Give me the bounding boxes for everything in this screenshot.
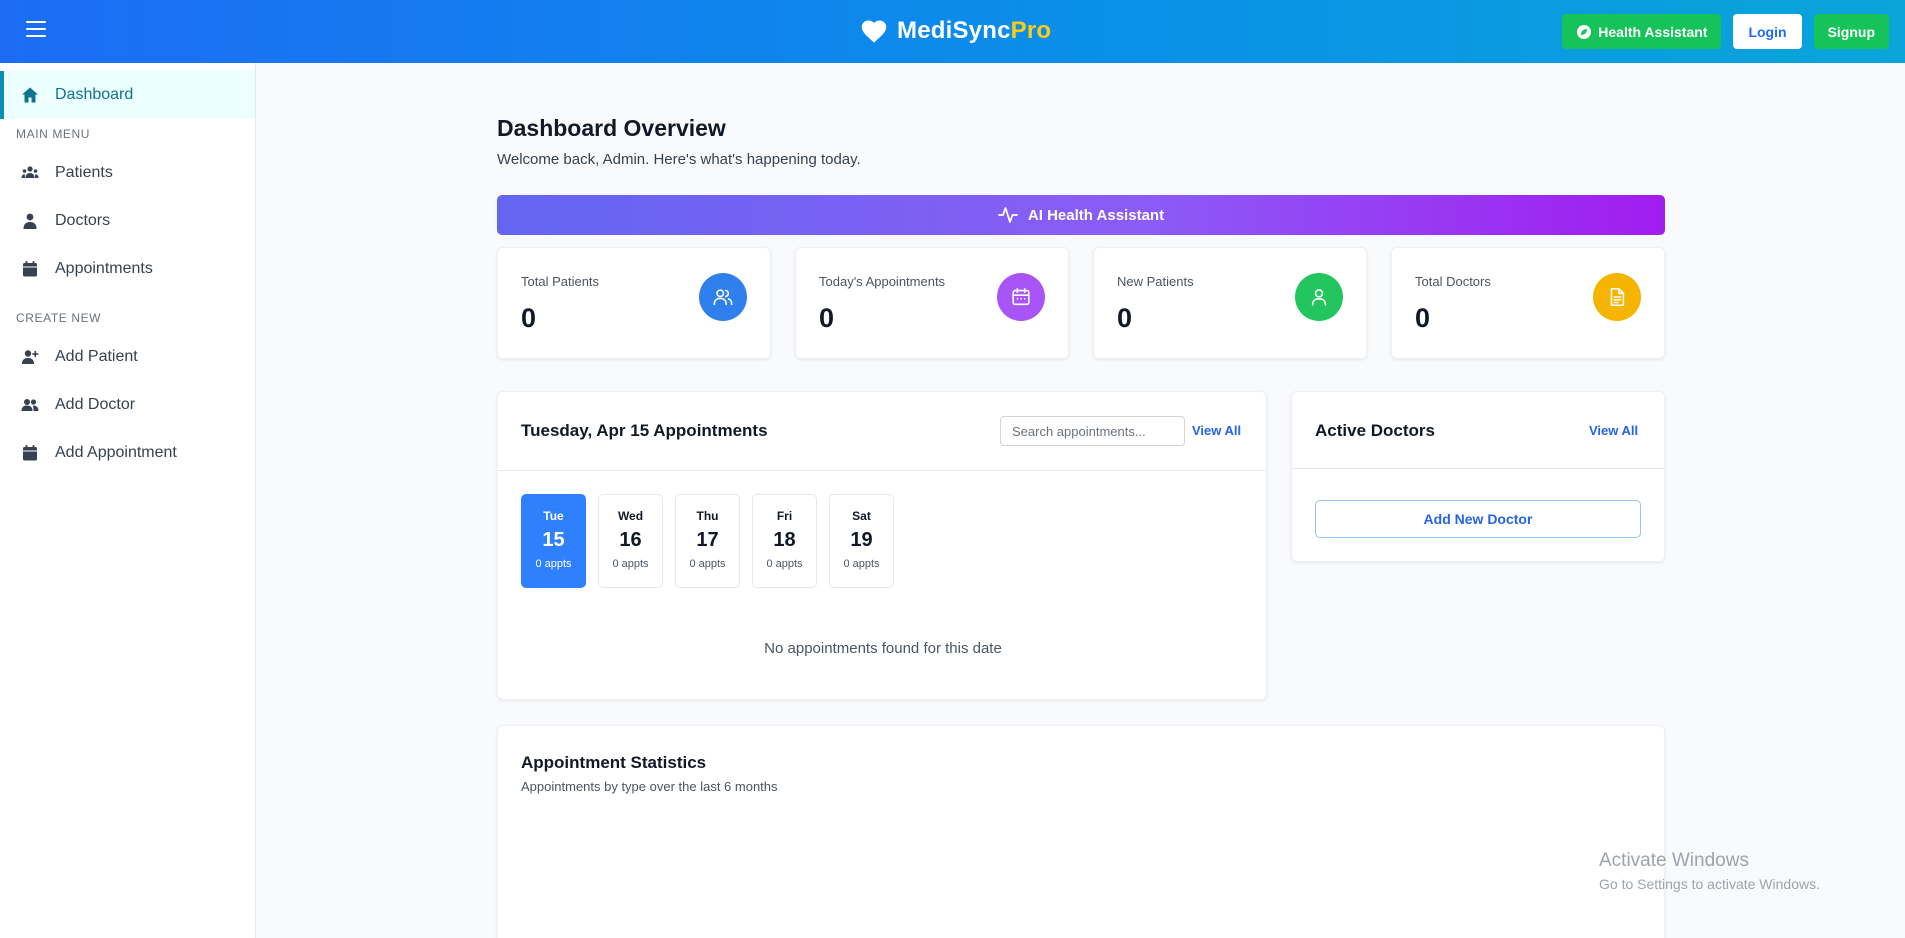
sidebar-item-add-appointment[interactable]: Add Appointment [0,429,255,477]
page-subtitle: Welcome back, Admin. Here's what's happe… [497,151,861,168]
day-name: Wed [617,509,644,523]
day-tab-tue[interactable]: Tue 15 0 appts [521,494,586,588]
users-icon [21,166,39,178]
appointments-card: Tuesday, Apr 15 Appointments View All Tu… [497,391,1267,700]
day-number: 19 [850,529,873,551]
search-appointments-input[interactable] [1000,416,1185,446]
statistics-subtitle: Appointments by type over the last 6 mon… [521,779,778,794]
ai-health-assistant-label: AI Health Assistant [1027,206,1165,224]
day-tab-sat[interactable]: Sat 19 0 appts [829,494,894,588]
day-selector: Tue 15 0 appts Wed 16 0 appts Thu 17 0 a… [521,494,894,588]
stat-label: New Patients [1117,274,1194,289]
sidebar-item-label: Add Patient [55,348,138,365]
sidebar-item-label: Add Appointment [55,444,177,461]
sidebar-section-title: MAIN MENU [16,127,91,141]
active-doctors-title: Active Doctors [1315,421,1435,440]
sidebar-item-label: Patients [55,164,113,181]
stat-card-total-doctors: Total Doctors 0 [1391,247,1665,359]
day-name: Thu [696,509,719,523]
day-tab-thu[interactable]: Thu 17 0 appts [675,494,740,588]
stat-label: Total Patients [521,274,600,289]
watermark-title: Activate Windows [1599,850,1749,871]
signup-button[interactable]: Signup [1813,14,1889,49]
page-title: Dashboard Overview [497,115,726,141]
user-plus-icon [22,350,39,364]
activate-windows-watermark: Activate Windows Go to Settings to activ… [1599,850,1820,892]
stat-label: Today's Appointments [819,274,946,289]
day-count: 0 appts [766,558,803,570]
health-assistant-label: Health Assistant [1598,23,1708,40]
heart-icon [861,20,887,43]
day-number: 16 [619,529,642,551]
appointment-statistics-card: Appointment Statistics Appointments by t… [497,725,1665,938]
day-number: 18 [773,529,796,551]
stat-card-todays-appointments: Today's Appointments 0 [795,247,1069,359]
health-assistant-button[interactable]: Health Assistant [1562,14,1722,49]
calendar-icon [23,261,37,277]
sidebar-item-add-doctor[interactable]: Add Doctor [0,381,255,429]
watermark-subtitle: Go to Settings to activate Windows. [1599,876,1820,892]
sidebar: Dashboard MAIN MENU Patients Doctors App… [0,63,256,938]
ai-health-assistant-button[interactable]: AI Health Assistant [497,195,1665,235]
brand-main: MediSync [897,17,1011,44]
brand-accent: Pro [1010,17,1052,44]
day-name: Tue [543,509,564,523]
calendar-icon [997,273,1045,321]
home-icon [22,87,38,103]
stat-value: 0 [819,303,835,333]
stat-value: 0 [521,303,537,333]
stat-card-new-patients: New Patients 0 [1093,247,1367,359]
sidebar-item-label: Add Doctor [55,396,136,413]
activity-icon [998,207,1018,223]
leaf-icon [1577,24,1592,39]
doctors-view-all-link[interactable]: View All [1589,423,1638,438]
sidebar-item-label: Doctors [55,212,111,229]
user-md-icon [23,213,37,229]
top-navbar: MediSyncPro Health Assistant Login Signu… [0,0,1905,63]
sidebar-section-title: CREATE NEW [16,311,102,325]
users-icon [699,273,747,321]
appointments-title: Tuesday, Apr 15 Appointments [521,421,768,440]
active-doctors-card: Active Doctors View All Add New Doctor [1291,391,1665,562]
day-count: 0 appts [535,558,572,570]
add-new-doctor-button[interactable]: Add New Doctor [1315,500,1641,538]
empty-state-message: No appointments found for this date [764,640,1002,657]
day-count: 0 appts [612,558,649,570]
brand-logo[interactable]: MediSyncPro [860,17,1051,45]
stat-value: 0 [1415,303,1431,333]
stat-card-total-patients: Total Patients 0 [497,247,771,359]
appointments-view-all-link[interactable]: View All [1192,423,1241,438]
day-name: Fri [776,509,793,523]
sidebar-item-patients[interactable]: Patients [0,149,255,197]
day-count: 0 appts [843,558,880,570]
document-icon [1593,273,1641,321]
day-count: 0 appts [689,558,726,570]
day-number: 15 [542,529,565,551]
sidebar-item-appointments[interactable]: Appointments [0,245,255,293]
menu-toggle-icon[interactable] [26,21,46,39]
sidebar-item-dashboard[interactable]: Dashboard [0,71,255,119]
day-number: 17 [696,529,719,551]
sidebar-item-doctors[interactable]: Doctors [0,197,255,245]
sidebar-item-label: Dashboard [55,86,134,103]
calendar-plus-icon [23,445,37,461]
brand-name: MediSyncPro [897,17,1051,45]
day-name: Sat [852,509,871,523]
sidebar-item-label: Appointments [55,260,153,277]
day-tab-fri[interactable]: Fri 18 0 appts [752,494,817,588]
user-group-icon [21,399,39,411]
stat-label: Total Doctors [1415,274,1491,289]
user-icon [1295,273,1343,321]
sidebar-item-add-patient[interactable]: Add Patient [0,333,255,381]
stat-value: 0 [1117,303,1133,333]
login-button[interactable]: Login [1733,14,1802,49]
day-tab-wed[interactable]: Wed 16 0 appts [598,494,663,588]
statistics-title: Appointment Statistics [521,753,707,772]
